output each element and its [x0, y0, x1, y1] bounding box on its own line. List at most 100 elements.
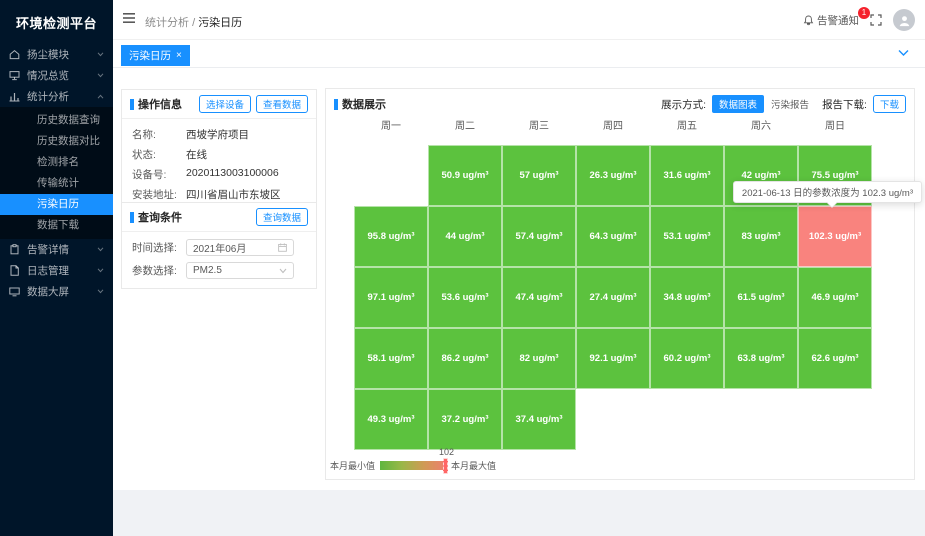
clipboard-icon	[9, 244, 22, 255]
calendar-cell[interactable]: 57.4 ug/m³	[502, 206, 576, 267]
calendar-cell[interactable]: 95.8 ug/m³	[354, 206, 428, 267]
info-label: 安装地址:	[132, 187, 186, 202]
chevron-down-icon	[97, 73, 104, 78]
bell-icon	[803, 15, 814, 26]
calendar-cell[interactable]: 34.8 ug/m³	[650, 267, 724, 328]
chevron-down-icon	[97, 247, 104, 252]
sidebar-item-dust-module[interactable]: 扬尘模块	[0, 44, 113, 65]
info-value: 在线	[186, 147, 207, 162]
sidebar-item-history-data-query[interactable]: 历史数据查询	[0, 110, 113, 131]
chevron-down-icon	[97, 52, 104, 57]
calendar-cell-high[interactable]: 102.3 ug/m³	[798, 206, 872, 267]
tab-bar: 污染日历 ×	[113, 40, 925, 68]
title-accent-bar	[130, 99, 134, 110]
submenu-statistics: 历史数据查询历史数据对比检测排名传输统计污染日历数据下载	[0, 107, 113, 239]
device-info-title: 操作信息	[138, 96, 182, 112]
weekday-header: 周日	[798, 117, 872, 132]
time-select-label: 时间选择:	[132, 240, 186, 255]
calendar-cell[interactable]: 44 ug/m³	[428, 206, 502, 267]
sidebar-item-detection-ranking[interactable]: 检测排名	[0, 152, 113, 173]
calendar-cell[interactable]: 61.5 ug/m³	[724, 267, 798, 328]
calendar-cell[interactable]: 58.1 ug/m³	[354, 328, 428, 389]
calendar-cell[interactable]: 97.1 ug/m³	[354, 267, 428, 328]
breadcrumb-separator: /	[192, 17, 195, 29]
chevron-down-icon[interactable]	[898, 49, 909, 57]
info-value: 西坡学府项目	[186, 127, 249, 142]
breadcrumb: 统计分析 / 污染日历	[145, 14, 242, 30]
query-card-title: 查询条件	[138, 209, 182, 225]
query-card-header: 查询条件 查询数据	[122, 203, 316, 232]
sidebar-menu: 扬尘模块情况总览统计分析历史数据查询历史数据对比检测排名传输统计污染日历数据下载…	[0, 44, 113, 302]
cell-tooltip: 2021-06-13 日的参数浓度为 102.3 ug/m³	[733, 181, 922, 203]
chevron-down-icon	[97, 268, 104, 273]
home-icon	[9, 49, 22, 60]
legend: 本月最小值 102 本月最大值	[330, 459, 496, 472]
info-value: 四川省眉山市东坡区	[186, 187, 281, 202]
weekday-header: 周六	[724, 117, 798, 132]
legend-min-label: 本月最小值	[330, 459, 375, 472]
weekday-header: 周五	[650, 117, 724, 132]
calendar-cell[interactable]: 49.3 ug/m³	[354, 389, 428, 450]
breadcrumb-section[interactable]: 统计分析	[145, 17, 189, 29]
legend-marker-handle[interactable]	[443, 458, 448, 474]
calendar-cell[interactable]: 53.6 ug/m³	[428, 267, 502, 328]
sidebar-item-data-screen[interactable]: 数据大屏	[0, 281, 113, 302]
alarm-notification-button[interactable]: 告警通知 1	[803, 13, 859, 28]
fullscreen-icon[interactable]	[870, 14, 882, 26]
view-data-button[interactable]: 查看数据	[256, 95, 308, 113]
calendar-icon	[278, 243, 287, 252]
query-data-button[interactable]: 查询数据	[256, 208, 308, 226]
sidebar-item-pollution-calendar[interactable]: 污染日历	[0, 194, 113, 215]
calendar-cell[interactable]: 82 ug/m³	[502, 328, 576, 389]
info-label: 设备号:	[132, 167, 186, 182]
sidebar-item-history-data-compare[interactable]: 历史数据对比	[0, 131, 113, 152]
menu-collapse-icon[interactable]	[123, 13, 135, 23]
calendar-cell[interactable]: 37.4 ug/m³	[502, 389, 576, 450]
calendar-cell[interactable]: 26.3 ug/m³	[576, 145, 650, 206]
select-device-button[interactable]: 选择设备	[199, 95, 251, 113]
calendar-cell[interactable]: 92.1 ug/m³	[576, 328, 650, 389]
sidebar-item-transmission-stats[interactable]: 传输统计	[0, 173, 113, 194]
file-icon	[9, 265, 22, 276]
calendar-cell[interactable]: 64.3 ug/m³	[576, 206, 650, 267]
calendar-cell[interactable]: 37.2 ug/m³	[428, 389, 502, 450]
calendar-cell[interactable]: 31.6 ug/m³	[650, 145, 724, 206]
calendar-cell[interactable]: 27.4 ug/m³	[576, 267, 650, 328]
user-avatar[interactable]	[893, 9, 915, 31]
calendar-cell[interactable]: 47.4 ug/m³	[502, 267, 576, 328]
sidebar-item-data-download[interactable]: 数据下载	[0, 215, 113, 236]
sidebar-item-label: 扬尘模块	[27, 47, 69, 62]
calendar-cell[interactable]: 57 ug/m³	[502, 145, 576, 206]
sidebar-item-label: 情况总览	[27, 68, 69, 83]
calendar-cell[interactable]: 53.1 ug/m³	[650, 206, 724, 267]
app-window: 环境检测平台 扬尘模块情况总览统计分析历史数据查询历史数据对比检测排名传输统计污…	[0, 0, 925, 536]
sidebar-item-log-management[interactable]: 日志管理	[0, 260, 113, 281]
mode-chart-button[interactable]: 数据图表	[712, 95, 764, 113]
sidebar-item-label: 数据大屏	[27, 284, 69, 299]
download-button[interactable]: 下载	[873, 95, 906, 113]
sidebar-item-overview[interactable]: 情况总览	[0, 65, 113, 86]
weekday-header: 周一	[354, 117, 428, 132]
calendar-cell[interactable]: 46.9 ug/m³	[798, 267, 872, 328]
parameter-select-value: PM2.5	[193, 265, 222, 276]
calendar-cell[interactable]: 62.6 ug/m³	[798, 328, 872, 389]
app-title: 环境检测平台	[0, 0, 113, 44]
calendar-cell[interactable]: 83 ug/m³	[724, 206, 798, 267]
tab-close-icon[interactable]: ×	[176, 51, 182, 61]
calendar-cell[interactable]: 50.9 ug/m³	[428, 145, 502, 206]
time-select-field: 时间选择: 2021年06月	[122, 236, 316, 259]
month-picker-input[interactable]: 2021年06月	[186, 239, 294, 256]
parameter-select[interactable]: PM2.5	[186, 262, 294, 279]
sidebar-item-alarm-details[interactable]: 告警详情	[0, 239, 113, 260]
info-label: 名称:	[132, 127, 186, 142]
mode-report-button[interactable]: 污染报告	[764, 95, 816, 113]
sidebar-item-statistics[interactable]: 统计分析	[0, 86, 113, 107]
calendar-cell[interactable]: 63.8 ug/m³	[724, 328, 798, 389]
legend-gradient-bar[interactable]: 102	[380, 461, 446, 470]
tab-pollution-calendar[interactable]: 污染日历 ×	[121, 45, 190, 66]
legend-max-value: 102	[439, 447, 454, 457]
calendar-cell[interactable]: 86.2 ug/m³	[428, 328, 502, 389]
sidebar-item-label: 统计分析	[27, 89, 69, 104]
calendar-cell[interactable]: 60.2 ug/m³	[650, 328, 724, 389]
header-actions: 告警通知 1	[803, 0, 915, 40]
